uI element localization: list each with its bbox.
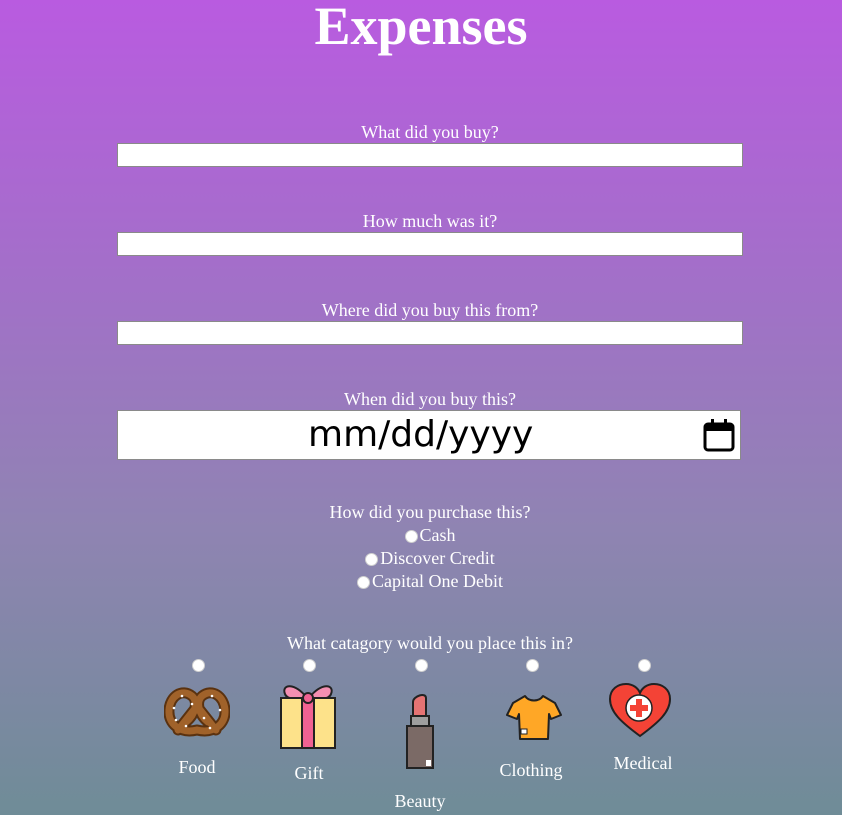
- payment-option-capital-one-debit[interactable]: Capital One Debit: [0, 571, 842, 591]
- category-label-medical: Medical: [613, 753, 673, 773]
- calendar-icon[interactable]: [703, 418, 735, 452]
- payment-option-discover-credit[interactable]: Discover Credit: [0, 548, 842, 568]
- category-radio-gift[interactable]: [303, 659, 316, 672]
- store-input[interactable]: [117, 321, 743, 345]
- category-label: What catagory would you place this in?: [287, 633, 573, 653]
- date-input[interactable]: mm/dd/yyyy: [117, 410, 741, 460]
- store-label: Where did you buy this from?: [321, 300, 539, 320]
- date-placeholder: mm/dd/yyyy: [308, 414, 534, 455]
- category-label-clothing: Clothing: [499, 760, 563, 780]
- radio-button[interactable]: [404, 530, 418, 544]
- payment-option-label: Capital One Debit: [372, 571, 503, 591]
- date-label: When did you buy this?: [344, 389, 516, 409]
- category-radio-food[interactable]: [192, 659, 205, 672]
- category-radio-beauty[interactable]: [415, 659, 428, 672]
- medical-heart-icon: [608, 682, 672, 738]
- payment-option-label: Cash: [419, 525, 456, 545]
- radio-button[interactable]: [365, 553, 379, 567]
- category-label-beauty: Beauty: [394, 791, 446, 811]
- gift-icon: [280, 685, 336, 749]
- category-radio-medical[interactable]: [638, 659, 651, 672]
- item-input[interactable]: [117, 143, 743, 167]
- shirt-icon: [506, 695, 562, 740]
- payment-label: How did you purchase this?: [329, 502, 531, 522]
- page-title: Expenses: [314, 0, 528, 56]
- payment-option-cash[interactable]: Cash: [0, 525, 842, 545]
- pretzel-icon: [164, 687, 230, 737]
- amount-label: How much was it?: [362, 211, 498, 231]
- payment-option-label: Discover Credit: [380, 548, 495, 568]
- lipstick-icon: [406, 694, 434, 769]
- category-label-gift: Gift: [294, 763, 324, 783]
- category-radio-clothing[interactable]: [526, 659, 539, 672]
- category-label-food: Food: [178, 757, 216, 777]
- item-label: What did you buy?: [361, 122, 499, 142]
- amount-input[interactable]: [117, 232, 743, 256]
- radio-button[interactable]: [357, 576, 371, 590]
